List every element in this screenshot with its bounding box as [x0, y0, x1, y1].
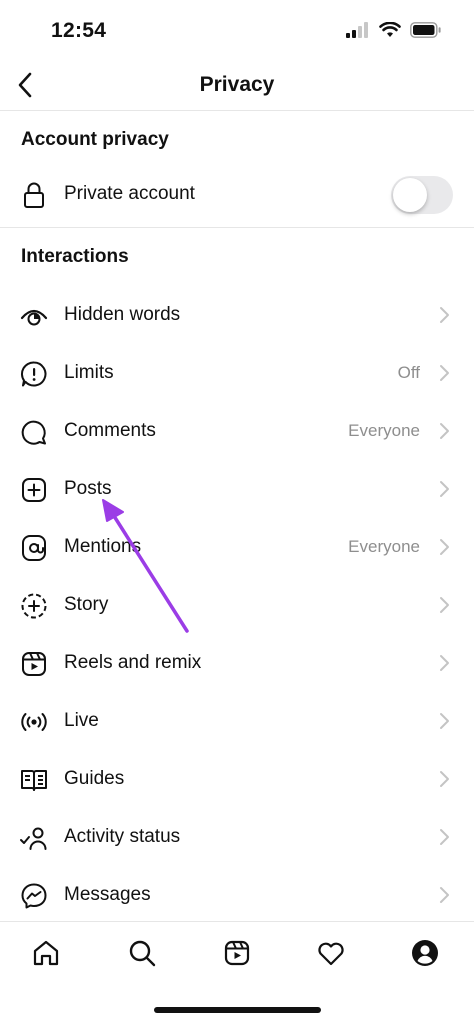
row-label: Posts — [64, 478, 112, 499]
limits-icon — [19, 359, 49, 389]
row-label: Activity status — [64, 826, 181, 847]
row-value: Off — [397, 363, 420, 382]
chevron-right-icon — [440, 365, 449, 381]
row-label: Comments — [64, 420, 156, 441]
cellular-signal-icon — [346, 22, 368, 38]
row-live[interactable]: Live — [0, 692, 474, 750]
row-activity-status[interactable]: Activity status — [0, 808, 474, 866]
row-label: Messages — [64, 884, 151, 905]
tab-profile[interactable] — [408, 936, 442, 970]
chevron-right-icon — [440, 713, 449, 729]
status-time: 12:54 — [51, 19, 107, 42]
story-icon — [19, 591, 49, 621]
chevron-right-icon — [440, 655, 449, 671]
tab-reels[interactable] — [220, 936, 254, 970]
nav-bar: Privacy — [0, 60, 474, 111]
private-account-label: Private account — [64, 183, 195, 204]
row-hidden-words[interactable]: Hidden words — [0, 286, 474, 344]
reels-icon — [19, 649, 49, 679]
lock-icon — [19, 180, 49, 210]
status-icons — [346, 22, 442, 38]
battery-icon — [410, 22, 441, 38]
section-header-account-privacy: Account privacy — [21, 129, 169, 150]
live-icon — [19, 707, 49, 737]
home-icon — [33, 940, 59, 966]
section-divider — [0, 227, 474, 228]
tab-home[interactable] — [29, 936, 63, 970]
row-label: Guides — [64, 768, 125, 789]
row-value: Everyone — [348, 421, 420, 440]
row-label: Limits — [64, 362, 114, 383]
toggle-knob — [393, 178, 427, 212]
row-comments[interactable]: Comments Everyone — [0, 402, 474, 460]
comment-icon — [19, 417, 49, 447]
row-label: Hidden words — [64, 304, 181, 325]
activity-status-icon — [19, 823, 49, 853]
profile-icon — [412, 940, 438, 966]
row-story[interactable]: Story — [0, 576, 474, 634]
home-indicator — [154, 1007, 321, 1013]
row-mentions[interactable]: Mentions Everyone — [0, 518, 474, 576]
row-label: Reels and remix — [64, 652, 202, 673]
chevron-right-icon — [440, 771, 449, 787]
chevron-right-icon — [440, 597, 449, 613]
reels-icon — [224, 940, 250, 966]
status-bar: 12:54 — [0, 0, 474, 60]
search-icon — [129, 940, 156, 967]
chevron-right-icon — [440, 481, 449, 497]
heart-icon — [318, 942, 344, 966]
section-header-interactions: Interactions — [21, 246, 129, 267]
plus-square-icon — [19, 475, 49, 505]
row-reels-and-remix[interactable]: Reels and remix — [0, 634, 474, 692]
tab-activity[interactable] — [314, 936, 348, 970]
wifi-icon — [379, 22, 401, 37]
messenger-icon — [19, 881, 49, 911]
private-account-toggle[interactable] — [391, 176, 453, 214]
row-label: Live — [64, 710, 99, 731]
chevron-right-icon — [440, 539, 449, 555]
row-messages[interactable]: Messages — [0, 866, 474, 924]
row-value: Everyone — [348, 537, 420, 556]
row-guides[interactable]: Guides — [0, 750, 474, 808]
eye-icon — [19, 301, 49, 331]
at-icon — [19, 533, 49, 563]
tab-search[interactable] — [125, 936, 159, 970]
chevron-right-icon — [440, 307, 449, 323]
chevron-right-icon — [440, 829, 449, 845]
row-label: Mentions — [64, 536, 142, 557]
guides-icon — [19, 765, 49, 795]
chevron-right-icon — [440, 423, 449, 439]
row-limits[interactable]: Limits Off — [0, 344, 474, 402]
row-posts[interactable]: Posts — [0, 460, 474, 518]
chevron-right-icon — [440, 887, 449, 903]
row-label: Story — [64, 594, 109, 615]
page-title: Privacy — [199, 73, 275, 96]
